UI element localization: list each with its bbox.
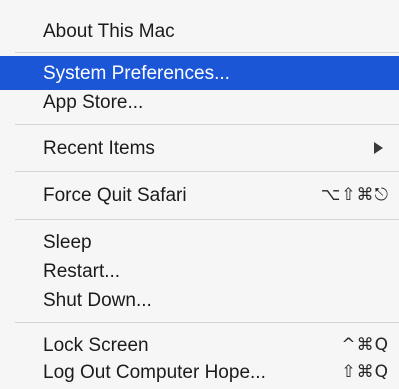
- menu-separator: [15, 52, 399, 53]
- menu-item-force-quit[interactable]: Force Quit Safari ⌥⇧⌘⎋: [0, 178, 399, 212]
- menu-item-shut-down[interactable]: Shut Down...: [0, 283, 399, 317]
- menu-item-label: Recent Items: [43, 137, 155, 159]
- keyboard-shortcut: ⌥⇧⌘⎋: [320, 184, 389, 205]
- menu-item-label: Log Out Computer Hope...: [43, 361, 266, 383]
- menu-item-label: About This Mac: [43, 20, 175, 42]
- menu-separator: [15, 219, 399, 220]
- menu-item-about-this-mac[interactable]: About This Mac: [0, 14, 399, 48]
- menu-item-label: Force Quit Safari: [43, 184, 187, 206]
- menu-item-label: Lock Screen: [43, 334, 149, 356]
- menu-item-label: App Store...: [43, 91, 144, 113]
- menu-item-label: System Preferences...: [43, 62, 230, 84]
- menu-separator: [15, 124, 399, 125]
- menu-item-label: Shut Down...: [43, 289, 152, 311]
- menu-item-log-out[interactable]: Log Out Computer Hope... ⇧⌘Q: [0, 355, 399, 389]
- keyboard-shortcut: ^⌘Q: [341, 334, 389, 355]
- menu-item-label: Restart...: [43, 260, 121, 282]
- menu-separator: [15, 171, 399, 172]
- keyboard-shortcut: ⇧⌘Q: [341, 361, 389, 382]
- submenu-arrow-icon: [374, 142, 383, 154]
- menu-item-app-store[interactable]: App Store...: [0, 85, 399, 119]
- menu-item-recent-items[interactable]: Recent Items: [0, 131, 399, 165]
- apple-menu: About This Mac System Preferences... App…: [0, 0, 399, 389]
- menu-item-label: Sleep: [43, 231, 92, 253]
- menu-separator: [15, 322, 399, 323]
